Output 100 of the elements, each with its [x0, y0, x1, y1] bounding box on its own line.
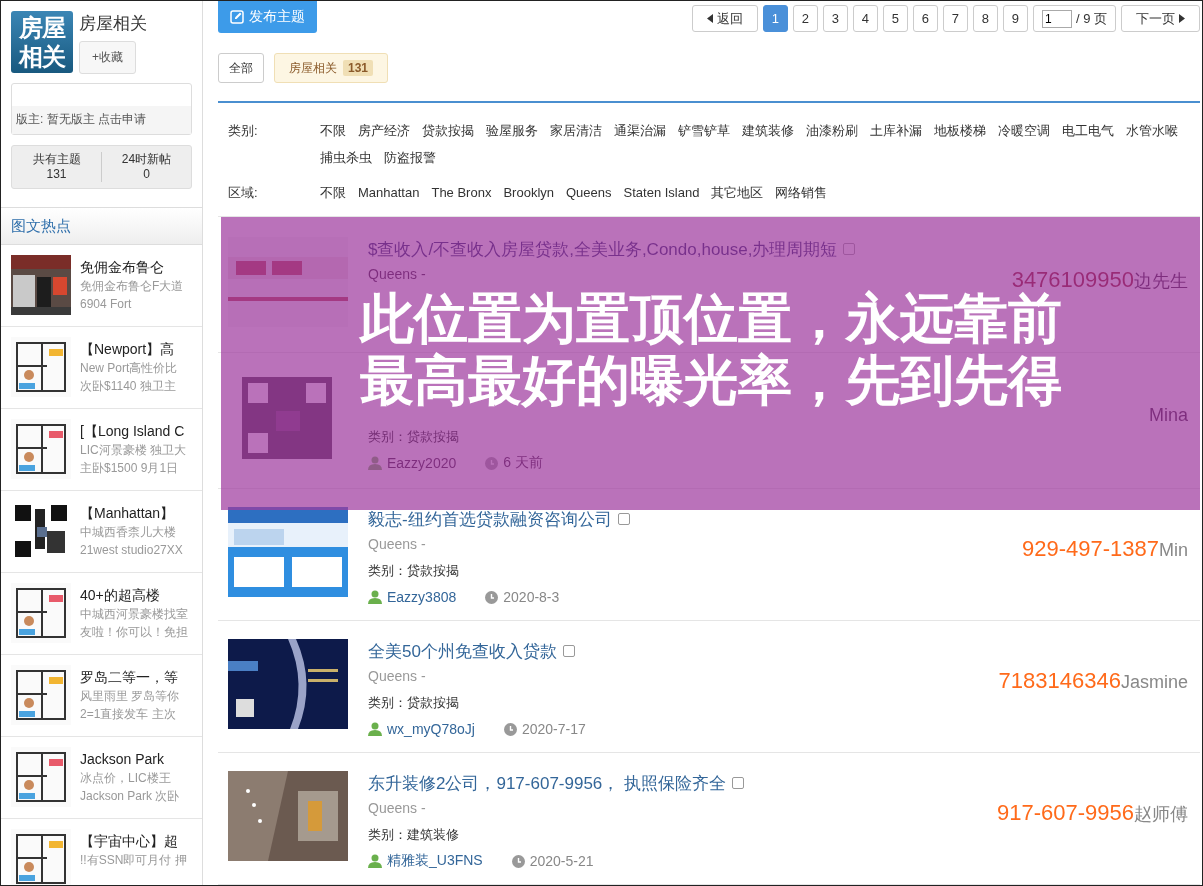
thread-title[interactable]: 毅志-纽约首选贷款融资咨询公司 — [368, 507, 612, 531]
contact-name: Mina — [1149, 405, 1188, 425]
filter-option[interactable]: The Bronx — [431, 179, 492, 206]
filter-option[interactable]: 不限 — [320, 117, 346, 144]
page-button[interactable]: 3 — [822, 5, 848, 32]
section-heading: 图文热点 — [1, 207, 202, 245]
filter-option[interactable]: 地板楼梯 — [934, 117, 986, 144]
filter-option[interactable]: 网络销售 — [775, 179, 828, 206]
thread-time: 2020-7-17 — [521, 721, 586, 737]
filter-option[interactable]: 电工电气 — [1062, 117, 1114, 144]
hot-item-title[interactable]: [【Long Island C — [80, 421, 186, 441]
filter-option[interactable]: 捕虫杀虫 — [320, 144, 372, 171]
page-button[interactable]: 5 — [882, 5, 908, 32]
filter-option[interactable]: Staten Island — [623, 179, 700, 206]
filter-option[interactable]: 水管水喉 — [1126, 117, 1178, 144]
thread-author[interactable]: 精雅装_U3FNS — [387, 852, 483, 870]
caret-left-icon — [706, 14, 713, 23]
checkbox[interactable] — [732, 777, 745, 789]
thread-category: 类别：贷款按揭 — [368, 694, 460, 712]
hot-item-excerpt: 冰点价，LIC楼王 — [80, 770, 172, 787]
page-button[interactable]: 2 — [792, 5, 818, 32]
page-input[interactable]: 1 — [1041, 9, 1072, 28]
thread-time: 2020-5-21 — [529, 853, 594, 869]
hot-item-title[interactable]: 【Manhattan】 — [80, 503, 183, 523]
contact-name: Min — [1159, 539, 1188, 560]
filter-option[interactable]: Manhattan — [358, 179, 420, 206]
hot-item-excerpt: !!有SSN即可月付 押 — [80, 852, 187, 869]
forum-logo: 房屋 相关 — [11, 11, 73, 73]
hot-item-excerpt: 主卧$1500 9月1日 — [80, 460, 180, 477]
thread-title[interactable]: 全美50个州免查收入贷款 — [368, 639, 557, 663]
caret-right-icon — [1179, 14, 1185, 23]
filter-option[interactable]: 防盗报警 — [384, 144, 436, 171]
favorite-button[interactable]: +收藏 — [79, 41, 136, 74]
contact-name: 赵师傅 — [1134, 803, 1188, 824]
checkbox[interactable] — [562, 645, 575, 657]
page-button[interactable]: 4 — [852, 5, 878, 32]
promo-text: 最高最好的曝光率，先到先得 — [359, 349, 1062, 411]
filter-option[interactable]: 其它地区 — [711, 179, 764, 206]
thread-location: Queens - — [368, 265, 427, 284]
thread-author[interactable]: wx_myQ78oJj — [387, 721, 475, 737]
filter-option[interactable]: 不限 — [320, 179, 346, 206]
hot-item-title[interactable]: 免佣金布鲁仑 — [80, 257, 184, 277]
hot-item-title[interactable]: 40+的超高楼 — [80, 585, 188, 605]
hot-item-title[interactable]: Jackson Park — [80, 749, 180, 769]
stat-label: 24时新帖 — [121, 152, 172, 167]
thread-category: 类别：贷款按揭 — [368, 428, 460, 446]
user-icon — [368, 590, 382, 604]
back-button[interactable]: 返回 — [691, 5, 758, 32]
hot-item-excerpt: 中城西河景豪楼找室 — [80, 606, 188, 623]
hot-item-excerpt: 2=1直接发车 主次 — [80, 706, 177, 723]
filter-tab[interactable]: 房屋相关 131 — [274, 53, 389, 83]
hot-item-excerpt: LIC河景豪楼 独卫大 — [80, 442, 186, 459]
filter-label: 区域: — [228, 184, 259, 202]
filter-option[interactable]: Brooklyn — [503, 179, 554, 206]
contact-name: Jasmine — [1120, 671, 1188, 692]
filter-tab[interactable]: 全部 — [218, 53, 264, 83]
filter-option[interactable]: 家居清洁 — [550, 117, 602, 144]
filter-option[interactable]: 油漆粉刷 — [806, 117, 858, 144]
hot-item-title[interactable]: 【宇宙中心】超 — [80, 831, 187, 851]
moderator-text: 版主: 暂无版主 — [16, 112, 95, 126]
forum-title: 房屋相关 — [79, 13, 147, 35]
edit-icon — [230, 10, 244, 24]
next-button[interactable]: 下一页 — [1121, 5, 1200, 32]
thread-location: Queens - — [368, 535, 427, 554]
apply-link[interactable]: 点击申请 — [98, 112, 146, 126]
hot-item-excerpt: 免佣金布鲁仑F大道 — [80, 278, 184, 295]
phone-number: 917-607-9956 — [997, 799, 1134, 825]
hot-item-title[interactable]: 罗岛二等一，等 — [80, 667, 180, 687]
filter-option[interactable]: 铲雪铲草 — [678, 117, 730, 144]
filter-option[interactable]: Queens — [566, 179, 612, 206]
phone-number: 7183146346 — [998, 667, 1121, 693]
page-button[interactable]: 6 — [912, 5, 938, 32]
hot-item-excerpt: 21west studio27XX — [80, 542, 183, 559]
filter-option[interactable]: 土库补漏 — [870, 117, 922, 144]
checkbox[interactable] — [617, 513, 630, 525]
thread-location: Queens - — [368, 799, 427, 818]
filter-option[interactable]: 房产经济 — [358, 117, 410, 144]
page-button[interactable]: 8 — [972, 5, 998, 32]
thread-category: 类别：建筑装修 — [368, 826, 460, 844]
thread-title[interactable]: 东升装修2公司，917-607-9956， 执照保险齐全 — [368, 771, 727, 795]
filter-option[interactable]: 通渠治漏 — [614, 117, 666, 144]
page-total: / 9 页 — [1075, 9, 1107, 28]
hot-item-title[interactable]: 【Newport】高 — [80, 339, 178, 359]
filter-label: 类别: — [228, 122, 259, 140]
filter-option[interactable]: 验屋服务 — [486, 117, 538, 144]
page-button[interactable]: 9 — [1002, 5, 1028, 32]
thread-author[interactable]: Eazzy3808 — [387, 589, 457, 605]
contact-name: 边先生 — [1134, 270, 1188, 291]
user-icon — [368, 854, 382, 868]
hot-item-excerpt: 中城西香柰儿大楼 — [80, 524, 177, 541]
hot-item-excerpt: 6904 Fort — [80, 296, 133, 313]
thread-location: Queens - — [368, 667, 427, 686]
thread-time: 2020-8-3 — [503, 589, 560, 605]
page-button[interactable]: 7 — [942, 5, 968, 32]
filter-option[interactable]: 贷款按揭 — [422, 117, 474, 144]
thread-category: 类别：贷款按揭 — [368, 562, 460, 580]
stat-value: 0 — [143, 167, 150, 182]
hot-item-excerpt: 次卧$1140 独卫主 — [80, 378, 177, 395]
filter-option[interactable]: 建筑装修 — [742, 117, 794, 144]
filter-option[interactable]: 冷暖空调 — [998, 117, 1050, 144]
